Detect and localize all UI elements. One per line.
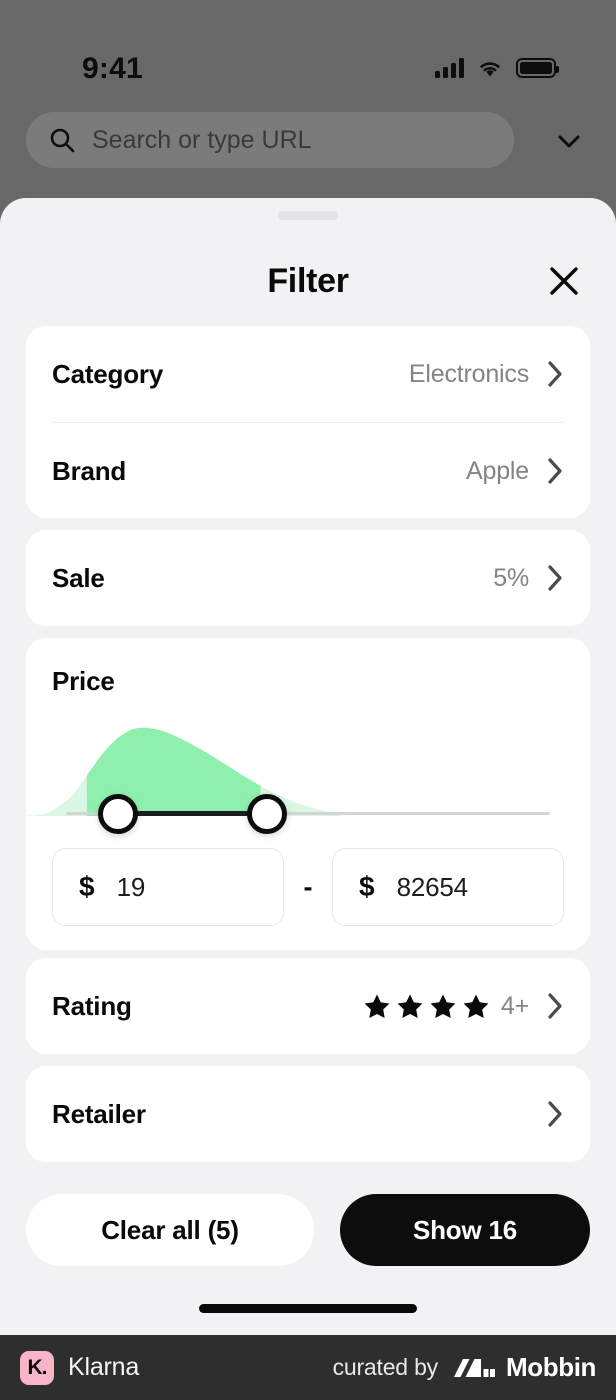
star-icon (463, 994, 489, 1018)
chevron-right-icon (548, 1101, 562, 1127)
filter-card-rating: Rating 4+ (26, 958, 590, 1054)
chevron-down-icon[interactable] (554, 126, 584, 156)
status-bar-time: 9:41 (82, 52, 143, 85)
mobbin-attribution-bar: K. Klarna curated by Mobbin (0, 1335, 616, 1400)
price-min-field[interactable]: $ 19 (52, 848, 284, 926)
status-bar: 9:41 (0, 22, 616, 85)
filter-row-category[interactable]: Category Electronics (26, 326, 590, 422)
price-min-handle[interactable] (98, 794, 139, 834)
chevron-right-icon (548, 458, 562, 484)
mobbin-wordmark: Mobbin (505, 1352, 596, 1382)
filter-label-price: Price (52, 666, 115, 696)
page-title: Filter (267, 262, 349, 300)
filter-row-retailer[interactable]: Retailer (26, 1066, 590, 1162)
filter-value-sale: 5% (493, 563, 529, 592)
star-icon (397, 994, 423, 1018)
sheet-header: Filter (0, 246, 616, 316)
filter-bottom-sheet: Filter Category Electronics Brand Apple (0, 198, 616, 1335)
chevron-right-icon (548, 361, 562, 387)
sheet-drag-handle[interactable] (278, 211, 338, 220)
omnibox-search-bar[interactable]: Search or type URL (26, 112, 514, 168)
close-icon (550, 267, 578, 295)
omnibox-placeholder: Search or type URL (92, 125, 312, 154)
filter-label-sale: Sale (52, 562, 105, 593)
show-results-button[interactable]: Show 16 (340, 1194, 590, 1266)
price-range-separator: - (303, 871, 313, 902)
filter-card-price: Price $ 19 - $ 82654 (26, 638, 590, 950)
star-icon (430, 994, 456, 1018)
close-button[interactable] (542, 259, 586, 303)
filter-card-category-brand: Category Electronics Brand Apple (26, 326, 590, 518)
app-name-label: Klarna (68, 1353, 140, 1381)
slider-selected-range (118, 811, 268, 816)
price-max-value: 82654 (396, 871, 469, 902)
filter-label-retailer: Retailer (52, 1098, 146, 1129)
filter-card-sale: Sale 5% (26, 530, 590, 626)
price-max-handle[interactable] (247, 794, 288, 834)
sheet-action-bar: Clear all (5) Show 16 (26, 1194, 590, 1266)
mobbin-logo-icon (453, 1358, 495, 1377)
klarna-app-icon: K. (20, 1350, 54, 1385)
filter-label-category: Category (52, 358, 164, 389)
chevron-right-icon (548, 993, 562, 1019)
price-range-slider[interactable] (26, 724, 590, 834)
filter-value-category: Electronics (408, 359, 529, 388)
curated-by-label: curated by (332, 1354, 439, 1380)
price-max-field[interactable]: $ 82654 (332, 848, 564, 926)
status-bar-icons (435, 58, 559, 78)
filter-label-rating: Rating (52, 990, 132, 1021)
search-icon (50, 128, 75, 153)
filter-row-rating[interactable]: Rating 4+ (26, 958, 590, 1054)
currency-symbol: $ (79, 871, 95, 902)
cellular-signal-icon (435, 58, 464, 78)
star-icon (364, 994, 390, 1018)
clear-all-button[interactable]: Clear all (5) (26, 1194, 314, 1266)
home-indicator (199, 1304, 417, 1313)
filter-card-retailer: Retailer (26, 1066, 590, 1162)
filter-label-brand: Brand (52, 455, 127, 486)
currency-symbol: $ (359, 871, 375, 902)
filter-row-sale[interactable]: Sale 5% (26, 530, 590, 626)
filter-row-brand[interactable]: Brand Apple (26, 423, 590, 519)
filter-value-brand: Apple (466, 456, 529, 485)
rating-stars (364, 993, 489, 1019)
price-min-value: 19 (116, 871, 146, 902)
chevron-right-icon (548, 565, 562, 591)
battery-icon (516, 58, 559, 78)
wifi-icon (480, 62, 500, 77)
filter-value-rating: 4+ (500, 991, 529, 1020)
price-inputs: $ 19 - $ 82654 (52, 848, 564, 926)
